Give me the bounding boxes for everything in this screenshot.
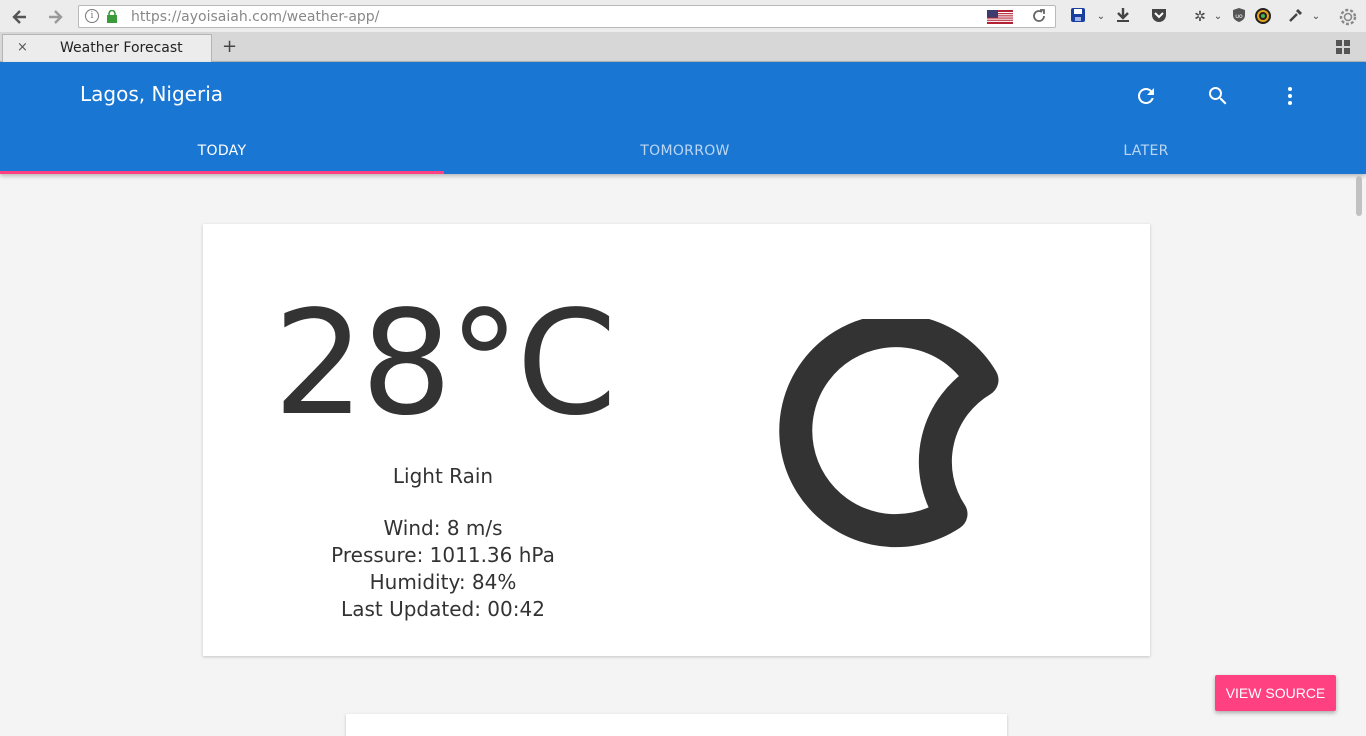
settings-gear-icon[interactable] <box>1338 7 1358 27</box>
active-tab-indicator <box>0 171 444 174</box>
location-title: Lagos, Nigeria <box>80 82 224 106</box>
search-icon[interactable] <box>1206 84 1230 108</box>
app-header: Lagos, Nigeria TODAY TOMORROW LATER <box>0 62 1366 174</box>
reload-icon[interactable] <box>1031 7 1047 29</box>
chevron-down-icon[interactable]: ⌄ <box>1306 7 1326 27</box>
browser-tab[interactable]: × Weather Forecast <box>2 34 212 62</box>
moon-icon <box>779 319 999 548</box>
tab-later[interactable]: LATER <box>926 130 1366 174</box>
browser-tab-strip: × Weather Forecast + <box>0 33 1366 62</box>
refresh-icon[interactable] <box>1134 84 1158 108</box>
weather-description: Light Rain <box>392 464 494 488</box>
tab-close-icon[interactable]: × <box>17 40 28 55</box>
lock-icon <box>107 10 117 23</box>
url-bar[interactable]: i https://ayoisaiah.com/weather-app/ <box>78 5 1056 28</box>
scrollbar[interactable] <box>1356 176 1362 216</box>
wind-value: Wind: 8 m/s <box>383 516 503 540</box>
chevron-down-icon[interactable]: ⌄ <box>1091 7 1111 27</box>
tab-today[interactable]: TODAY <box>0 130 444 174</box>
humidity-value: Humidity: 84% <box>369 570 517 594</box>
weather-details: Wind: 8 m/s Pressure: 1011.36 hPa Humidi… <box>203 515 683 623</box>
url-host: https://ayoisaiah.com <box>131 9 283 25</box>
forecast-tabs: TODAY TOMORROW LATER <box>0 130 1366 174</box>
pressure-value: Pressure: 1011.36 hPa <box>331 543 555 567</box>
ublock-icon[interactable]: uo <box>1229 7 1249 27</box>
tools-icon[interactable] <box>1286 7 1306 27</box>
weather-card: 28°C Light Rain Wind: 8 m/s Pressure: 10… <box>203 224 1150 656</box>
browser-toolbar: i https://ayoisaiah.com/weather-app/ ⌄ ✲… <box>0 0 1366 33</box>
tab-grid-icon[interactable] <box>1336 40 1350 54</box>
back-arrow-icon[interactable] <box>10 7 30 27</box>
forward-arrow-icon[interactable] <box>45 7 65 27</box>
bug-icon[interactable]: ✲ <box>1190 7 1210 27</box>
new-tab-icon[interactable]: + <box>222 36 237 57</box>
url-text: https://ayoisaiah.com/weather-app/ <box>131 9 379 25</box>
download-icon[interactable] <box>1113 7 1133 27</box>
last-updated: Last Updated: 00:42 <box>341 597 545 621</box>
view-source-button[interactable]: VIEW SOURCE <box>1215 675 1336 711</box>
color-picker-icon[interactable] <box>1253 7 1273 27</box>
us-flag-icon[interactable] <box>987 10 1013 24</box>
url-path: /weather-app/ <box>282 9 380 25</box>
info-icon[interactable]: i <box>85 9 99 23</box>
svg-text:uo: uo <box>1235 13 1243 20</box>
pocket-icon[interactable] <box>1149 7 1169 27</box>
tab-tomorrow[interactable]: TOMORROW <box>463 130 907 174</box>
more-vert-icon[interactable] <box>1278 84 1302 108</box>
forecast-card <box>346 714 1007 736</box>
chevron-down-icon[interactable]: ⌄ <box>1208 7 1228 27</box>
tab-title: Weather Forecast <box>60 40 183 56</box>
temperature: 28°C <box>273 279 617 447</box>
save-icon[interactable] <box>1068 7 1088 27</box>
